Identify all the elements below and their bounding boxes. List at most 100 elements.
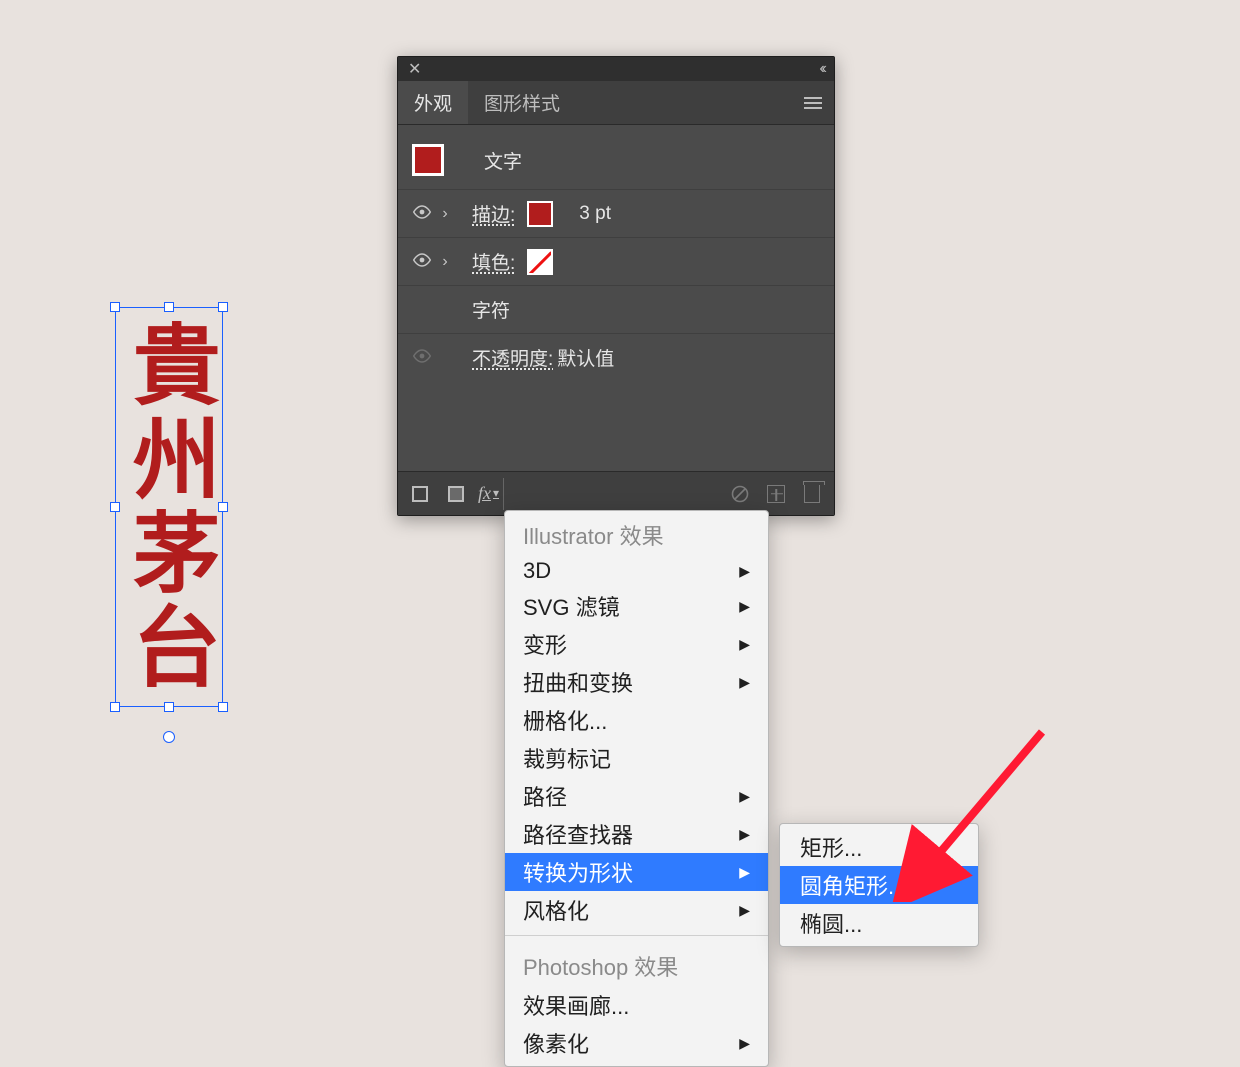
new-fill-button[interactable]: [444, 482, 468, 506]
submenu-arrow-icon: ▶: [739, 674, 750, 691]
panel-close-icon[interactable]: ✕: [408, 59, 421, 79]
convert-submenu-item-2[interactable]: 椭圆...: [780, 904, 978, 942]
effects-menu-item-label-2: 变形: [523, 628, 567, 660]
effects-menu-item-label-3: 扭曲和变换: [523, 666, 633, 698]
effects-menu-item-6[interactable]: 路径 ▶: [505, 777, 768, 815]
panel-tabs: 外观 图形样式: [398, 81, 834, 125]
sel-handle-tc[interactable]: [164, 302, 174, 312]
panel-footer: fx▾: [398, 471, 834, 515]
menu-section-photoshop: Photoshop 效果: [505, 942, 768, 986]
tab-appearance[interactable]: 外观: [398, 81, 468, 124]
new-stroke-button[interactable]: [408, 482, 432, 506]
effects-menu2-item-label-0: 效果画廊...: [523, 989, 629, 1021]
submenu-arrow-icon: ▶: [739, 902, 750, 919]
panel-body: 文字 › 描边: 3 pt › 填色: 字符: [398, 125, 834, 471]
type-label: 文字: [484, 147, 522, 174]
square-filled-icon: [448, 486, 464, 502]
tab-appearance-label: 外观: [414, 89, 452, 116]
submenu-arrow-icon: ▶: [739, 826, 750, 843]
row-type[interactable]: 文字: [398, 131, 834, 189]
visibility-toggle-stroke[interactable]: [410, 203, 434, 225]
sel-handle-tr[interactable]: [218, 302, 228, 312]
vertical-text[interactable]: 貴州茅台: [115, 307, 223, 707]
submenu-arrow-icon: ▶: [739, 598, 750, 615]
sel-handle-br[interactable]: [218, 702, 228, 712]
appearance-panel: ✕ ‹‹ 外观 图形样式 文字 › 描边: 3 pt › 填色:: [397, 56, 835, 516]
fill-label[interactable]: 填色:: [472, 248, 515, 275]
sel-handle-bl[interactable]: [110, 702, 120, 712]
submenu-arrow-icon: ▶: [739, 563, 750, 580]
effects-menu-item-label-1: SVG 滤镜: [523, 590, 620, 622]
fx-label: fx: [478, 483, 491, 504]
effects-menu-item-9[interactable]: 风格化 ▶: [505, 891, 768, 929]
effects-menu-item-2[interactable]: 变形▶: [505, 625, 768, 663]
eye-icon: [412, 349, 432, 363]
effects-menu-item-3[interactable]: 扭曲和变换 ▶: [505, 663, 768, 701]
effects-menu-item-5[interactable]: 裁剪标记: [505, 739, 768, 777]
expand-fill[interactable]: ›: [434, 253, 456, 271]
sel-handle-tl[interactable]: [110, 302, 120, 312]
visibility-toggle-fill[interactable]: [410, 251, 434, 273]
effects-menu2-item-label-1: 像素化: [523, 1027, 589, 1059]
effects-menu: Illustrator 效果 3D▶SVG 滤镜▶变形▶扭曲和变换▶栅格化...…: [504, 510, 769, 1067]
effects-menu-item-7[interactable]: 路径查找器 ▶: [505, 815, 768, 853]
plus-box-icon: [767, 485, 785, 503]
effects-menu-item-label-8: 转换为形状: [523, 856, 633, 888]
effects-menu2-item-0[interactable]: 效果画廊...: [505, 986, 768, 1024]
expand-stroke[interactable]: ›: [434, 205, 456, 223]
row-characters[interactable]: 字符: [398, 285, 834, 333]
sel-handle-mr[interactable]: [218, 502, 228, 512]
panel-empty-area: [398, 381, 834, 471]
fill-swatch-none[interactable]: [527, 249, 553, 275]
effects-menu2-item-1[interactable]: 像素化 ▶: [505, 1024, 768, 1062]
panel-collapse-icon[interactable]: ‹‹: [819, 60, 824, 78]
convert-submenu-item-1[interactable]: 圆角矩形...: [780, 866, 978, 904]
effects-menu-item-label-7: 路径查找器: [523, 818, 633, 850]
submenu-arrow-icon: ▶: [739, 788, 750, 805]
stroke-label[interactable]: 描边:: [472, 200, 515, 227]
effects-menu-item-1[interactable]: SVG 滤镜 ▶: [505, 587, 768, 625]
hamburger-icon: [804, 97, 822, 109]
row-fill[interactable]: › 填色:: [398, 237, 834, 285]
sel-anchor-circle[interactable]: [163, 731, 175, 743]
row-opacity[interactable]: 不透明度: 默认值: [398, 333, 834, 381]
menu-section-illustrator: Illustrator 效果: [505, 511, 768, 555]
sel-handle-ml[interactable]: [110, 502, 120, 512]
effects-menu-item-0[interactable]: 3D▶: [505, 555, 768, 587]
canvas-text-object[interactable]: 貴州茅台: [115, 307, 223, 707]
row-stroke[interactable]: › 描边: 3 pt: [398, 189, 834, 237]
tab-graphic-styles[interactable]: 图形样式: [468, 81, 576, 124]
stroke-value[interactable]: 3 pt: [579, 203, 611, 225]
panel-titlebar[interactable]: ✕ ‹‹: [398, 57, 834, 81]
menu-separator: [505, 935, 768, 936]
submenu-arrow-icon: ▶: [739, 1035, 750, 1052]
add-effect-button[interactable]: fx▾: [480, 478, 504, 510]
prohibit-icon: [730, 484, 750, 504]
dropdown-caret-icon: ▾: [493, 486, 499, 501]
eye-icon: [412, 253, 432, 267]
panel-menu-icon[interactable]: [792, 81, 834, 124]
visibility-toggle-opacity[interactable]: [410, 347, 434, 369]
effects-menu-item-4[interactable]: 栅格化...: [505, 701, 768, 739]
stroke-swatch[interactable]: [527, 201, 553, 227]
convert-submenu-label-1: 圆角矩形...: [800, 869, 906, 901]
opacity-label[interactable]: 不透明度:: [472, 344, 553, 371]
effects-menu-item-label-9: 风格化: [523, 894, 589, 926]
characters-label: 字符: [472, 296, 510, 323]
submenu-arrow-icon: ▶: [739, 864, 750, 881]
effects-menu-item-label-6: 路径: [523, 780, 567, 812]
trash-icon: [804, 485, 820, 503]
effects-menu-item-label-5: 裁剪标记: [523, 742, 611, 774]
duplicate-item-button[interactable]: [764, 482, 788, 506]
convert-to-shape-submenu: 矩形...圆角矩形... 椭圆...: [779, 823, 979, 947]
sel-handle-bc[interactable]: [164, 702, 174, 712]
clear-appearance-button[interactable]: [728, 482, 752, 506]
delete-item-button[interactable]: [800, 482, 824, 506]
tab-graphic-styles-label: 图形样式: [484, 89, 560, 116]
type-swatch[interactable]: [412, 144, 444, 176]
square-outline-icon: [412, 486, 428, 502]
eye-icon: [412, 205, 432, 219]
convert-submenu-label-2: 椭圆...: [800, 907, 862, 939]
convert-submenu-item-0[interactable]: 矩形...: [780, 828, 978, 866]
effects-menu-item-8[interactable]: 转换为形状 ▶: [505, 853, 768, 891]
